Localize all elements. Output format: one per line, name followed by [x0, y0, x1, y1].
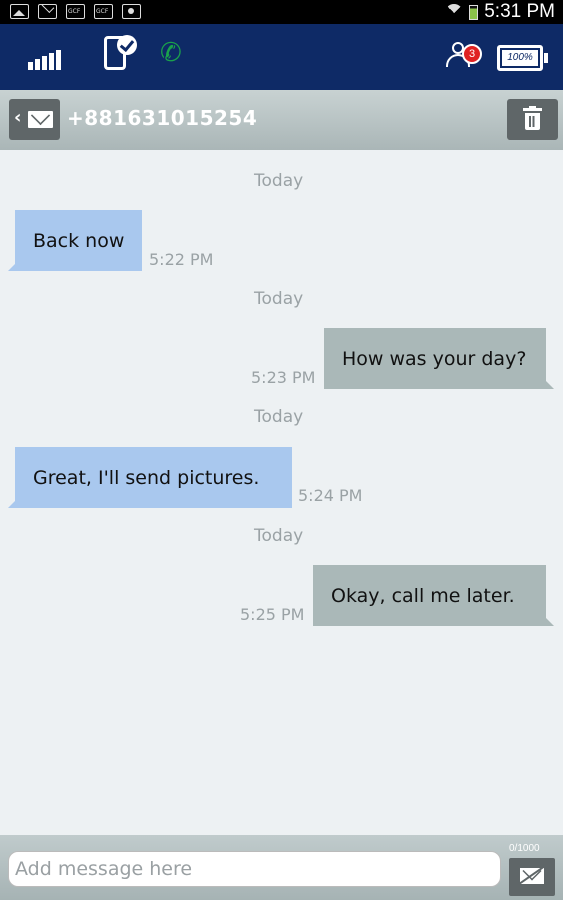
delete-button[interactable] [507, 99, 558, 140]
status-bar: GCF GCF 5:31 PM [0, 0, 563, 24]
phone-call-icon[interactable]: ✆ [160, 38, 182, 68]
conversation-header: ‹ +881631015254 [0, 90, 563, 150]
gcf-icon: GCF [94, 4, 113, 19]
message-bubble-outgoing[interactable]: How was your day? [324, 328, 554, 389]
device-check-icon[interactable] [104, 35, 137, 70]
status-time: 5:31 PM [484, 1, 555, 22]
day-label: Today [254, 407, 304, 427]
battery-level: 100% [502, 50, 538, 66]
gcf-icon: GCF [66, 4, 85, 19]
envelope-icon [28, 111, 53, 128]
battery-icon: 100% [497, 45, 548, 71]
char-count: 0/1000 [509, 843, 540, 854]
signal-strength-icon[interactable] [28, 48, 61, 70]
image-icon [10, 4, 29, 19]
send-envelope-icon [520, 868, 544, 884]
day-label: Today [254, 289, 304, 309]
message-bubble-outgoing[interactable]: Okay, call me later. [313, 565, 554, 626]
message-input[interactable] [8, 851, 501, 887]
message-time: 5:23 PM [251, 368, 316, 387]
composer: 0/1000 [0, 835, 563, 900]
back-button[interactable]: ‹ [9, 99, 60, 140]
app-bar: ✆ 3 100% [0, 24, 563, 90]
notification-icons: GCF GCF [10, 4, 141, 19]
battery-charging-icon [469, 4, 479, 20]
mail-icon [38, 4, 57, 19]
message-bubble-incoming[interactable]: Back now [8, 210, 142, 271]
wifi-icon [445, 4, 463, 20]
trash-icon [523, 106, 542, 130]
message-time: 5:22 PM [149, 250, 214, 269]
send-button[interactable] [509, 858, 555, 896]
message-time: 5:24 PM [298, 486, 363, 505]
chevron-left-icon: ‹ [14, 107, 22, 128]
day-label: Today [254, 171, 304, 191]
message-time: 5:25 PM [240, 605, 305, 624]
contacts-badge: 3 [462, 44, 482, 64]
camera-icon [122, 4, 141, 19]
message-bubble-incoming[interactable]: Great, I'll send pictures. [8, 447, 292, 508]
conversation-number: +881631015254 [67, 106, 258, 130]
day-label: Today [254, 526, 304, 546]
